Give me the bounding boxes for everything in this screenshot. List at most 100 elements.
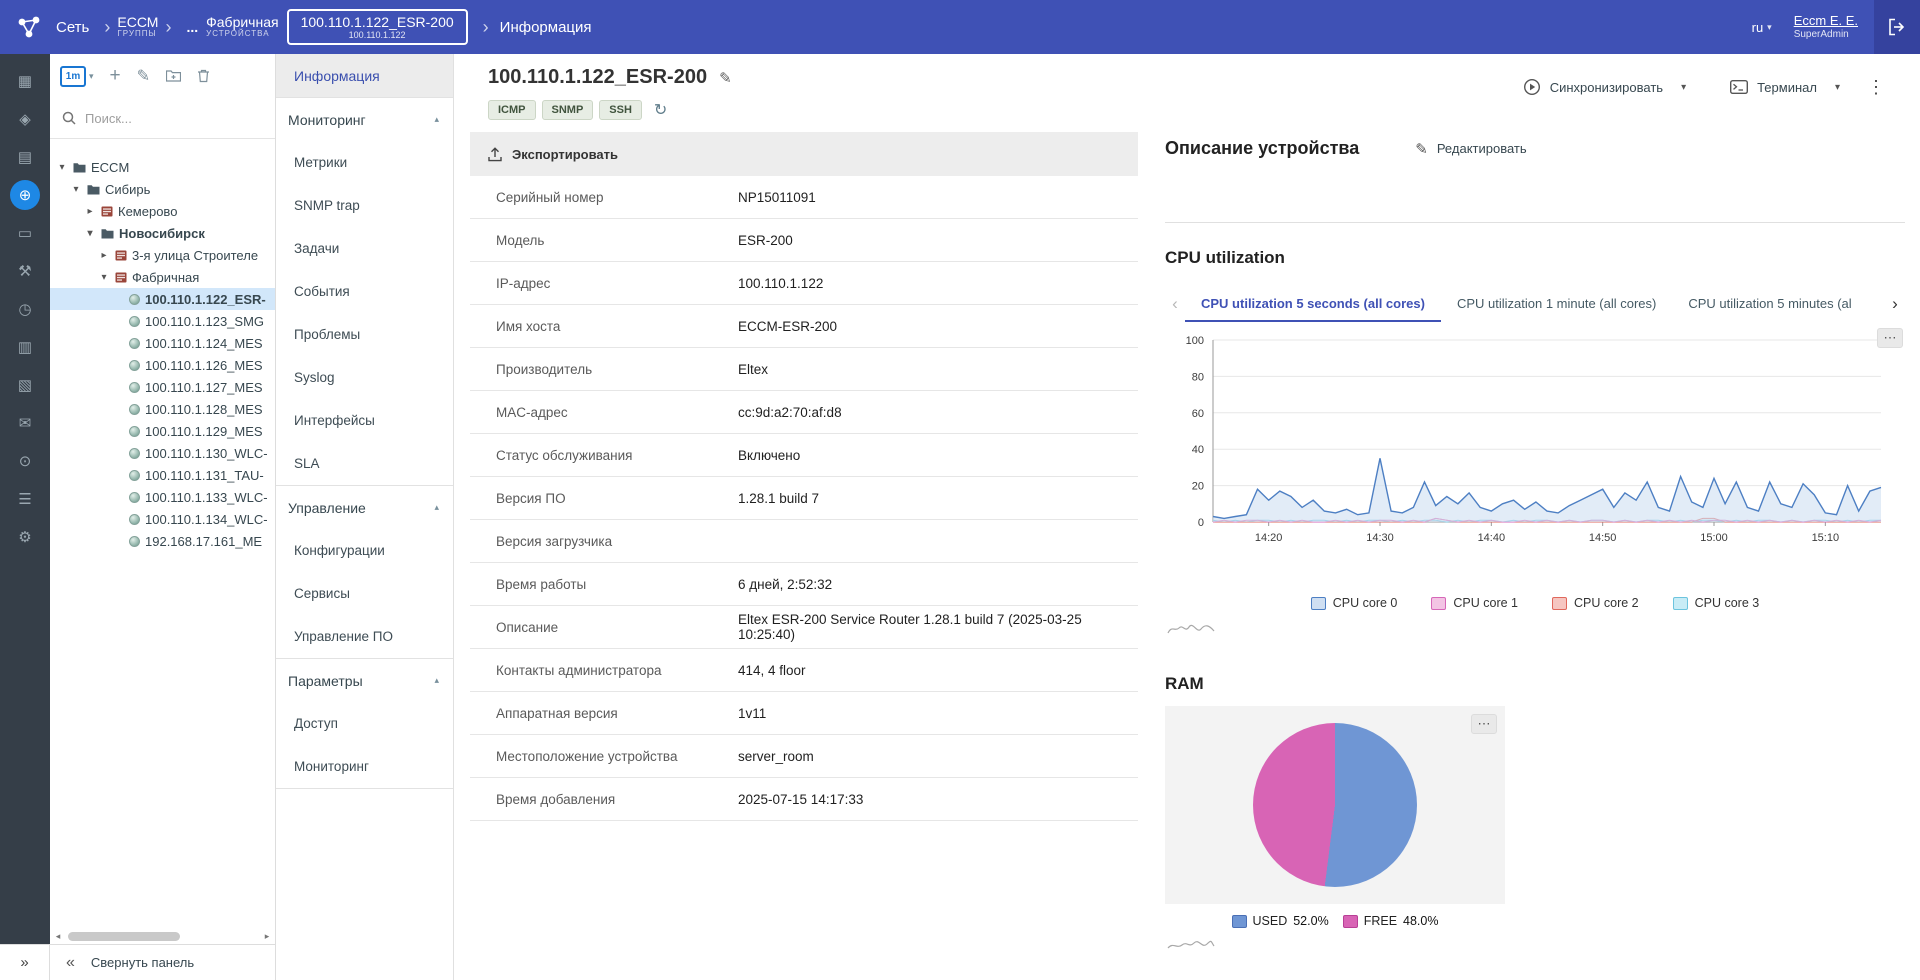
ram-range-navigator[interactable]	[1167, 936, 1215, 954]
tree-device-item[interactable]: 100.110.1.129_MES	[50, 420, 275, 442]
menu-item[interactable]: Сервисы	[276, 572, 453, 615]
collapse-panel-footer[interactable]: « Свернуть панель	[50, 944, 276, 980]
scrollbar-track[interactable]	[66, 929, 259, 944]
menu-section-label: Управление	[288, 500, 366, 516]
collapse-expander-icon[interactable]: ▾	[56, 162, 68, 173]
breadcrumb-groups[interactable]: ЕССМ ГРУППЫ	[117, 15, 158, 39]
tree-device-item[interactable]: 100.110.1.130_WLC-	[50, 442, 275, 464]
ram-title: RAM	[1165, 674, 1204, 694]
cpu-tab[interactable]: CPU utilization 5 seconds (all cores)	[1185, 287, 1441, 322]
expand-expander-icon[interactable]: ▸	[84, 206, 96, 217]
tree-device-item[interactable]: 100.110.1.134_WLC-	[50, 508, 275, 530]
collapse-expander-icon[interactable]: ▾	[70, 184, 82, 195]
menu-section-header[interactable]: Управление▴	[276, 486, 453, 529]
tools-icon[interactable]: ⚒	[0, 252, 50, 290]
menu-item[interactable]: Конфигурации	[276, 529, 453, 572]
expand-expander-icon[interactable]: ▸	[98, 250, 110, 261]
menu-item[interactable]: Проблемы	[276, 313, 453, 356]
legend-swatch	[1673, 597, 1688, 610]
cpu-range-navigator[interactable]	[1167, 620, 1215, 638]
edit-description-button[interactable]: ✎ Редактировать	[1415, 140, 1526, 158]
breadcrumb-device-group[interactable]: Фабричная УСТРОЙСТВА	[206, 15, 278, 39]
tree-device-item[interactable]: 100.110.1.123_SMG	[50, 310, 275, 332]
collapse-expander-icon[interactable]: ▾	[84, 228, 96, 239]
alarms-icon[interactable]: ◷	[0, 290, 50, 328]
tabs-scroll-right-icon[interactable]: ›	[1885, 294, 1905, 314]
nav-network[interactable]: Сеть	[56, 19, 89, 36]
menu-item[interactable]: Доступ	[276, 702, 453, 745]
map-glyph: ▤	[18, 148, 32, 166]
menu-item[interactable]: Информация	[276, 54, 453, 97]
tree-group-item[interactable]: ▾Сибирь	[50, 178, 275, 200]
tree-device-item[interactable]: 100.110.1.127_MES	[50, 376, 275, 398]
menu-section-header[interactable]: Параметры▴	[276, 659, 453, 702]
add-folder-button[interactable]	[166, 70, 181, 82]
language-selector[interactable]: ru ▾	[1752, 20, 1772, 35]
refresh-availability-icon[interactable]: ↻	[654, 100, 667, 120]
menu-section-header[interactable]: Мониторинг▴	[276, 98, 453, 141]
tasks-icon[interactable]: ▥	[0, 328, 50, 366]
add-node-button[interactable]: +	[110, 65, 121, 87]
scrollbar-thumb[interactable]	[68, 932, 180, 941]
menu-item[interactable]: SNMP trap	[276, 184, 453, 227]
collapse-expander-icon[interactable]: ▾	[98, 272, 110, 283]
tree-group-item[interactable]: ▾Фабричная	[50, 266, 275, 288]
cpu-legend-item[interactable]: CPU core 2	[1552, 596, 1639, 610]
menu-item[interactable]: Метрики	[276, 141, 453, 184]
edit-node-button[interactable]: ✎	[137, 66, 150, 86]
user-menu[interactable]: Eccm E. E. SuperAdmin	[1794, 13, 1858, 42]
cpu-chart-menu-button[interactable]: ⋯	[1877, 328, 1903, 348]
archive-icon[interactable]: ☰	[0, 480, 50, 518]
settings-icon[interactable]: ⚙	[0, 518, 50, 556]
tree-device-item[interactable]: 192.168.17.161_ME	[50, 530, 275, 552]
export-button[interactable]: Экспортировать	[488, 147, 618, 162]
tree-device-item[interactable]: 100.110.1.128_MES	[50, 398, 275, 420]
cpu-legend-item[interactable]: CPU core 0	[1311, 596, 1398, 610]
tree-device-item[interactable]: 100.110.1.131_TAU-	[50, 464, 275, 486]
cpu-legend-item[interactable]: CPU core 1	[1431, 596, 1518, 610]
calendar-icon[interactable]: ▧	[0, 366, 50, 404]
menu-item[interactable]: Управление ПО	[276, 615, 453, 658]
tree-group-item[interactable]: ▸3-я улица Строителе	[50, 244, 275, 266]
map-icon[interactable]: ▤	[0, 138, 50, 176]
logout-button[interactable]	[1874, 0, 1920, 54]
menu-item[interactable]: Мониторинг	[276, 745, 453, 788]
notifications-icon[interactable]: ✉	[0, 404, 50, 442]
cpu-legend-item[interactable]: CPU core 3	[1673, 596, 1760, 610]
svg-text:80: 80	[1192, 371, 1204, 383]
tree-horizontal-scrollbar[interactable]: ◂ ▸	[50, 929, 275, 944]
delete-node-button[interactable]	[197, 69, 210, 83]
network-icon[interactable]: ⊕	[0, 176, 50, 214]
cpu-tab[interactable]: CPU utilization 1 minute (all cores)	[1441, 287, 1672, 322]
dashboard-icon[interactable]: ▦	[0, 62, 50, 100]
power-icon[interactable]: ⊙	[0, 442, 50, 480]
tree-device-item[interactable]: 100.110.1.124_MES	[50, 332, 275, 354]
tree-group-item[interactable]: ▾ECCM	[50, 156, 275, 178]
tree-search-input[interactable]	[85, 111, 235, 126]
projects-icon[interactable]: ◈	[0, 100, 50, 138]
devices-icon[interactable]: ▭	[0, 214, 50, 252]
edit-device-name-icon[interactable]: ✎	[719, 69, 732, 87]
tree-device-item[interactable]: 100.110.1.122_ESR-	[50, 288, 275, 310]
breadcrumb-current-device-chip[interactable]: 100.110.1.122_ESR-200 100.110.1.122	[287, 9, 468, 45]
breadcrumb-overflow-button[interactable]: ...	[186, 19, 198, 35]
eccm-logo-icon[interactable]	[12, 10, 46, 44]
scroll-left-icon[interactable]: ◂	[50, 931, 66, 942]
ram-legend-item[interactable]: FREE48.0%	[1343, 914, 1439, 928]
menu-item[interactable]: События	[276, 270, 453, 313]
menu-item[interactable]: Syslog	[276, 356, 453, 399]
ram-legend-item[interactable]: USED52.0%	[1232, 914, 1329, 928]
cpu-tab[interactable]: CPU utilization 5 minutes (al	[1672, 287, 1867, 322]
menu-item[interactable]: SLA	[276, 442, 453, 485]
tree-device-item[interactable]: 100.110.1.133_WLC-	[50, 486, 275, 508]
scroll-right-icon[interactable]: ▸	[259, 931, 275, 942]
tabs-scroll-left-icon[interactable]: ‹	[1165, 294, 1185, 314]
menu-item[interactable]: Задачи	[276, 227, 453, 270]
tree-device-item[interactable]: 100.110.1.126_MES	[50, 354, 275, 376]
tree-group-item[interactable]: ▾Новосибирск	[50, 222, 275, 244]
ram-chart-menu-button[interactable]: ⋯	[1471, 714, 1497, 734]
menu-item[interactable]: Интерфейсы	[276, 399, 453, 442]
expand-rail-button[interactable]: »	[0, 944, 50, 980]
tree-group-item[interactable]: ▸Кемерово	[50, 200, 275, 222]
poll-interval-selector[interactable]: 1m ▾	[60, 66, 94, 87]
